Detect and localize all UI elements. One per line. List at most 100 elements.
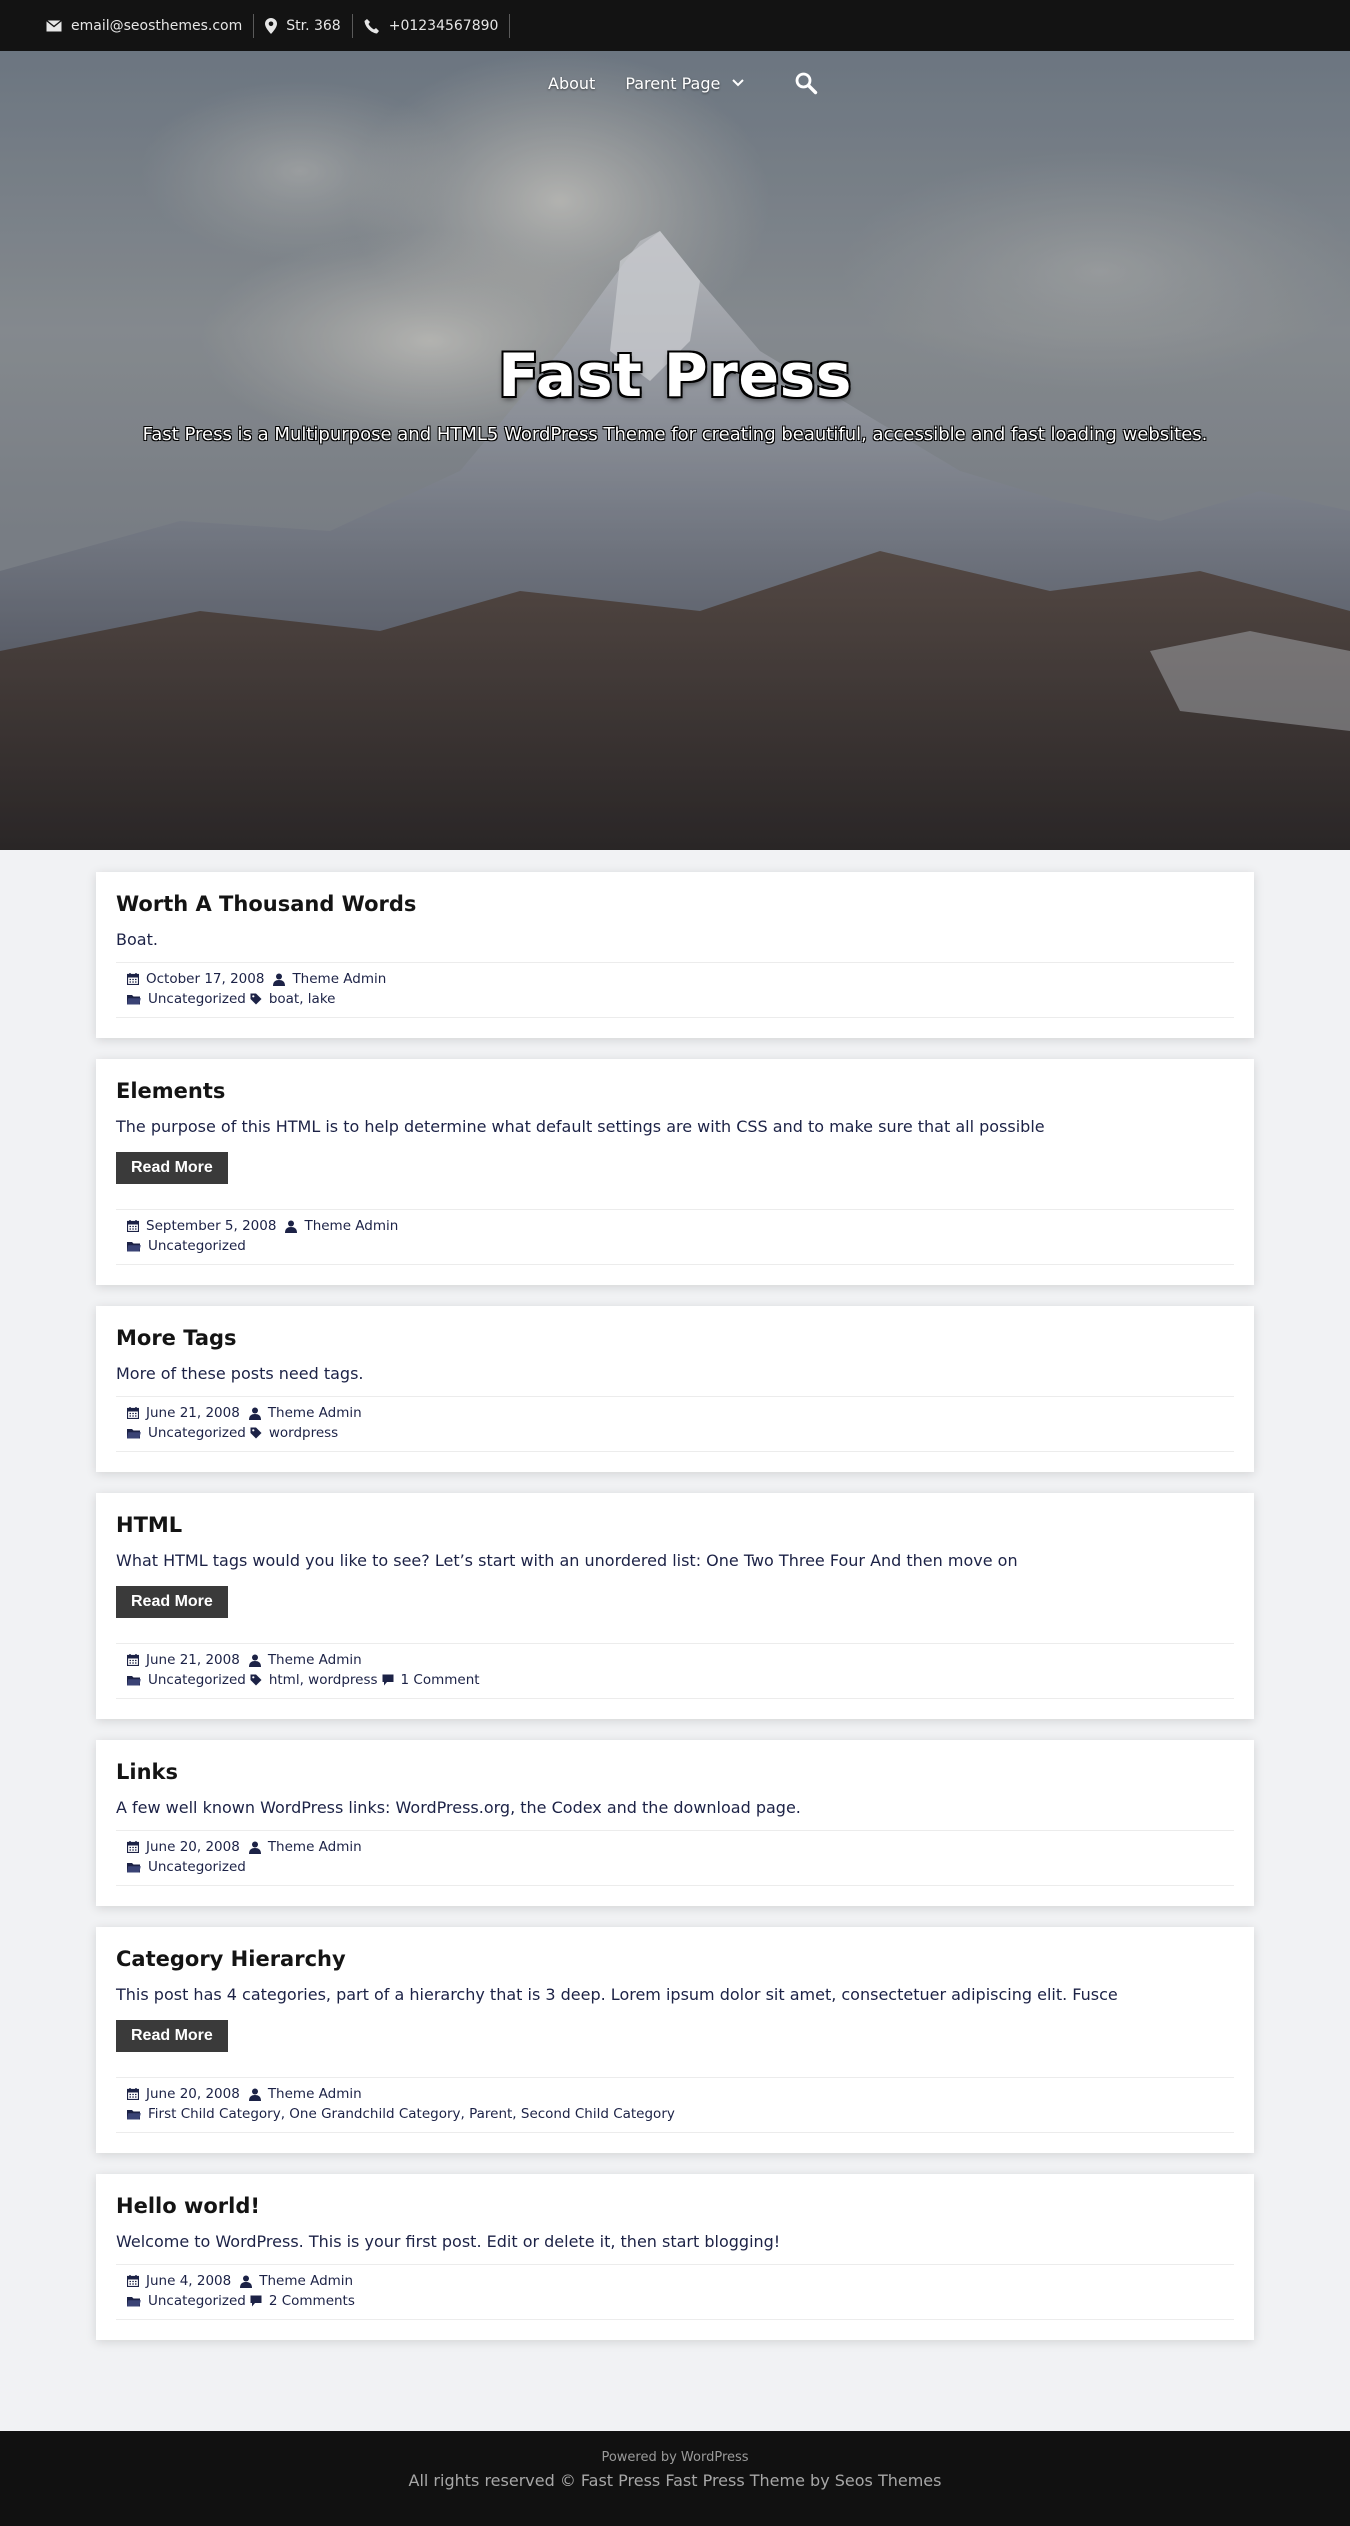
- post-excerpt: This post has 4 categories, part of a hi…: [116, 1985, 1118, 2004]
- nav-item-parent-page-label: Parent Page: [625, 73, 721, 93]
- post-author[interactable]: Theme Admin: [304, 1218, 398, 1234]
- post-date[interactable]: October 17, 2008: [146, 971, 264, 987]
- user-icon: [248, 1654, 261, 1667]
- post-author[interactable]: Theme Admin: [292, 971, 386, 987]
- post-meta: June 21, 2008 Theme Admin Uncategorized wor…: [116, 1396, 1234, 1452]
- user-icon: [285, 1220, 298, 1233]
- tag-icon: [250, 1427, 262, 1439]
- post-excerpt: Welcome to WordPress. This is your first…: [116, 2232, 781, 2251]
- post-date[interactable]: June 21, 2008: [146, 1652, 240, 1668]
- post-categories[interactable]: Uncategorized: [148, 991, 246, 1007]
- read-more-button[interactable]: Read More: [116, 2020, 228, 2052]
- chevron-down-icon: [732, 79, 745, 87]
- post-card: Elements The purpose of this HTML is to h…: [96, 1059, 1254, 1285]
- comment-icon: [250, 2295, 262, 2307]
- post-excerpt: A few well known WordPress links: WordPr…: [116, 1798, 801, 1817]
- post-date[interactable]: June 20, 2008: [146, 2086, 240, 2102]
- tag-icon: [250, 1674, 262, 1686]
- read-more-button[interactable]: Read More: [116, 1152, 228, 1184]
- post-card: Hello world! Welcome to WordPress. This i…: [96, 2174, 1254, 2340]
- post-title[interactable]: More Tags: [116, 1324, 1234, 1352]
- calendar-icon: [127, 1407, 139, 1419]
- post-list: Worth A Thousand Words Boat. October 17, 2…: [96, 872, 1254, 2361]
- comment-icon: [382, 1674, 394, 1686]
- folder-icon: [127, 1862, 141, 1872]
- read-more-button[interactable]: Read More: [116, 1586, 228, 1618]
- tag-icon: [250, 993, 262, 1005]
- post-excerpt: What HTML tags would you like to see? Le…: [116, 1551, 1018, 1570]
- nav-item-parent-page[interactable]: Parent Page: [625, 73, 745, 93]
- topbar-phone[interactable]: +01234567890: [353, 13, 511, 38]
- post-categories[interactable]: Uncategorized: [148, 1238, 246, 1254]
- topbar-email[interactable]: email@seosthemes.com: [46, 13, 255, 38]
- topbar-email-text: email@seosthemes.com: [71, 17, 243, 34]
- calendar-icon: [127, 1654, 139, 1666]
- topbar-address-text: Str. 368: [286, 17, 341, 34]
- post-categories[interactable]: Uncategorized: [148, 1859, 246, 1875]
- post-meta: June 20, 2008 Theme Admin First Child Cate…: [116, 2077, 1234, 2133]
- post-title[interactable]: HTML: [116, 1511, 1234, 1539]
- user-icon: [240, 2275, 253, 2288]
- user-icon: [273, 973, 286, 986]
- post-date[interactable]: June 21, 2008: [146, 1405, 240, 1421]
- folder-icon: [127, 1241, 141, 1251]
- post-title[interactable]: Elements: [116, 1077, 1234, 1105]
- post-categories[interactable]: Uncategorized: [148, 1425, 246, 1441]
- post-date[interactable]: June 20, 2008: [146, 1839, 240, 1855]
- folder-icon: [127, 2109, 141, 2119]
- post-comments-link[interactable]: 2 Comments: [269, 2293, 355, 2309]
- user-icon: [248, 2088, 261, 2101]
- post-card: Links A few well known WordPress links: W…: [96, 1740, 1254, 1906]
- calendar-icon: [127, 973, 139, 985]
- post-title[interactable]: Hello world!: [116, 2192, 1234, 2220]
- post-tags[interactable]: boat, lake: [269, 991, 336, 1007]
- powered-by-link[interactable]: Powered by WordPress: [0, 2450, 1350, 2465]
- calendar-icon: [127, 1841, 139, 1853]
- post-author[interactable]: Theme Admin: [268, 1652, 362, 1668]
- post-meta: October 17, 2008 Theme Admin Uncategorized…: [116, 962, 1234, 1018]
- folder-icon: [127, 1675, 141, 1685]
- post-author[interactable]: Theme Admin: [268, 1405, 362, 1421]
- post-excerpt: The purpose of this HTML is to help dete…: [116, 1117, 1045, 1136]
- post-meta: June 20, 2008 Theme Admin Uncategorized: [116, 1830, 1234, 1886]
- post-meta: June 4, 2008 Theme Admin Uncategorized 2 Co…: [116, 2264, 1234, 2320]
- search-icon[interactable]: [794, 71, 818, 95]
- post-categories[interactable]: First Child Category, One Grandchild Cat…: [148, 2106, 675, 2122]
- email-icon: [46, 19, 62, 31]
- user-icon: [248, 1407, 261, 1420]
- post-excerpt: Boat.: [116, 930, 158, 949]
- calendar-icon: [127, 2088, 139, 2100]
- post-tags[interactable]: wordpress: [269, 1425, 338, 1441]
- post-title[interactable]: Category Hierarchy: [116, 1945, 1234, 1973]
- post-title[interactable]: Worth A Thousand Words: [116, 890, 1234, 918]
- post-categories[interactable]: Uncategorized: [148, 1672, 246, 1688]
- post-card: More Tags More of these posts need tags. J…: [96, 1306, 1254, 1472]
- post-date[interactable]: September 5, 2008: [146, 1218, 276, 1234]
- post-excerpt: More of these posts need tags.: [116, 1364, 364, 1383]
- map-pin-icon: [265, 17, 278, 34]
- post-meta: September 5, 2008 Theme Admin Uncategorize…: [116, 1209, 1234, 1265]
- post-card: Category Hierarchy This post has 4 catego…: [96, 1927, 1254, 2153]
- post-comments-link[interactable]: 1 Comment: [401, 1672, 480, 1688]
- calendar-icon: [127, 2275, 139, 2287]
- post-author[interactable]: Theme Admin: [259, 2273, 353, 2289]
- post-card: Worth A Thousand Words Boat. October 17, 2…: [96, 872, 1254, 1038]
- main-navigation: About Parent Page: [0, 64, 1350, 102]
- topbar-phone-text: +01234567890: [388, 17, 499, 34]
- post-categories[interactable]: Uncategorized: [148, 2293, 246, 2309]
- post-author[interactable]: Theme Admin: [268, 2086, 362, 2102]
- post-card: HTML What HTML tags would you like to see…: [96, 1493, 1254, 1719]
- folder-icon: [127, 2296, 141, 2306]
- post-author[interactable]: Theme Admin: [268, 1839, 362, 1855]
- nav-item-about[interactable]: About: [548, 74, 595, 93]
- hero-header: About Parent Page Fast Press Fast Press …: [0, 51, 1350, 850]
- post-title[interactable]: Links: [116, 1758, 1234, 1786]
- post-meta: June 21, 2008 Theme Admin Uncategorized htm…: [116, 1643, 1234, 1699]
- calendar-icon: [127, 1220, 139, 1232]
- site-footer: Powered by WordPress All rights reserved…: [0, 2431, 1350, 2526]
- site-description: Fast Press is a Multipurpose and HTML5 W…: [142, 424, 1208, 445]
- post-date[interactable]: June 4, 2008: [146, 2273, 231, 2289]
- top-contact-bar: email@seosthemes.com Str. 368 +012345678…: [0, 0, 1350, 51]
- post-tags[interactable]: html, wordpress: [269, 1672, 378, 1688]
- site-title[interactable]: Fast Press: [0, 341, 1350, 411]
